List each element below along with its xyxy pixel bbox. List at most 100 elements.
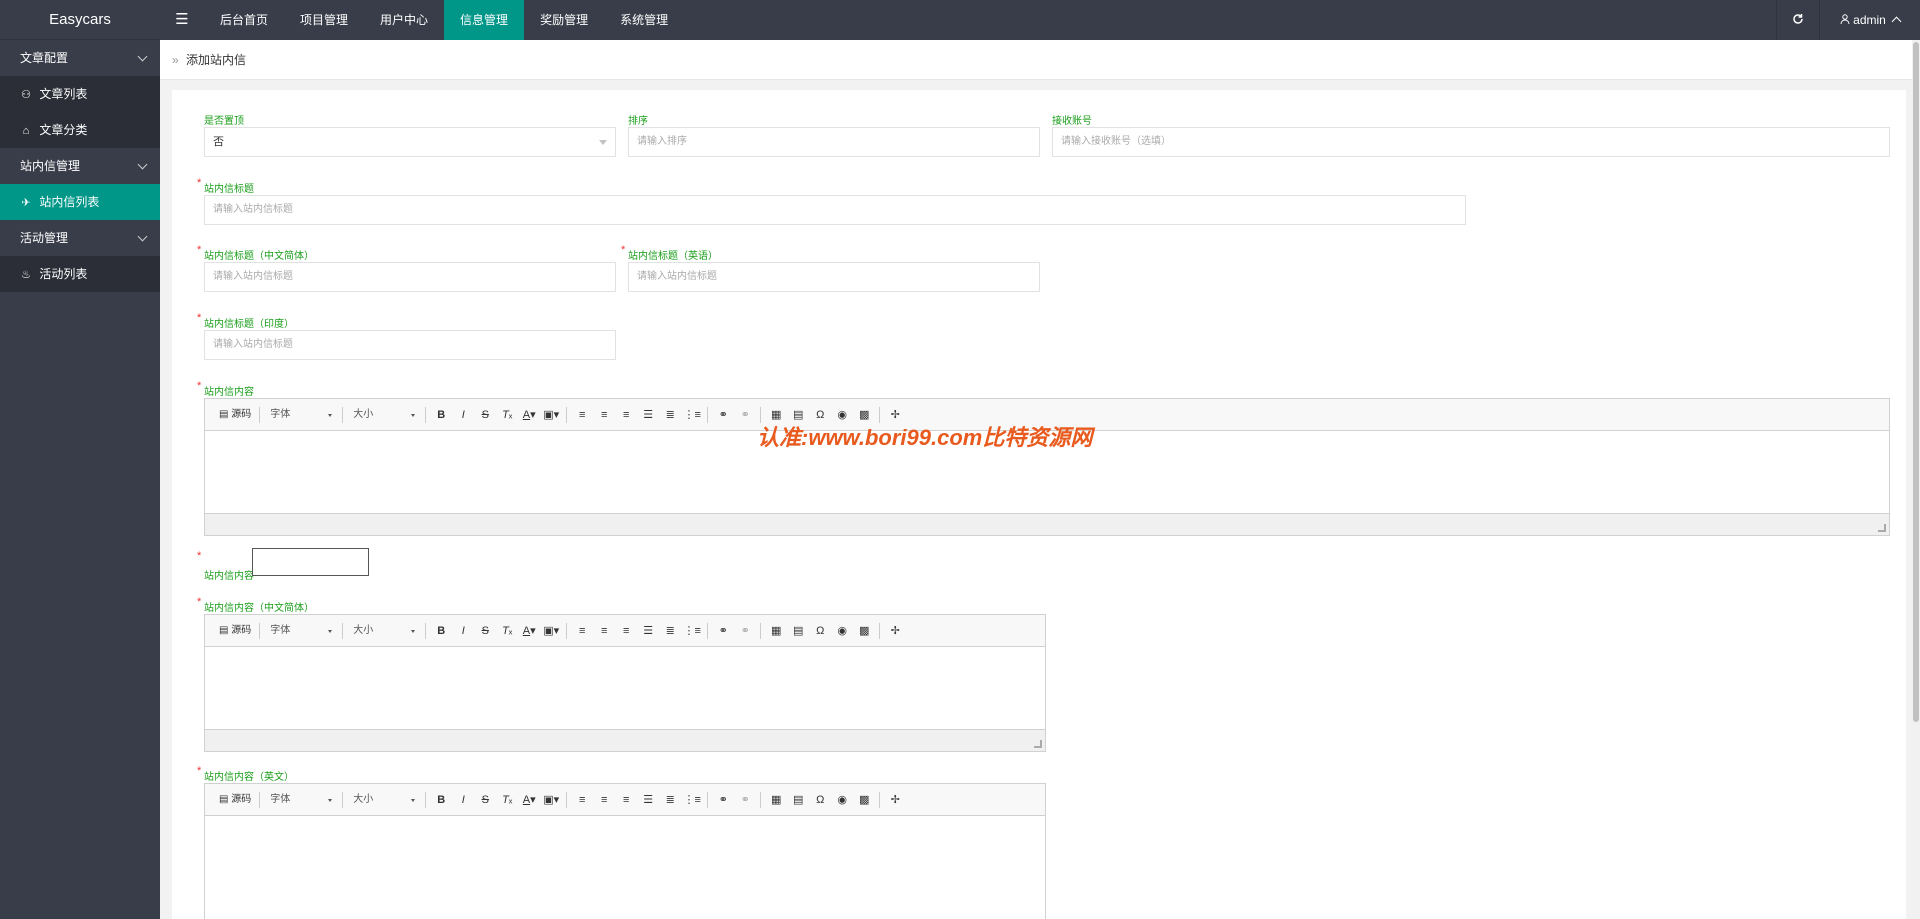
italic-icon[interactable]: I (452, 789, 474, 811)
strike-icon[interactable]: S (474, 620, 496, 642)
image-icon[interactable]: ▤ (787, 620, 809, 642)
bold-icon[interactable]: B (430, 404, 452, 426)
clear-format-icon[interactable]: Tₓ (496, 789, 518, 811)
toolbar-divider (707, 791, 709, 808)
bullet-list-icon[interactable]: ⋮≡ (681, 789, 703, 811)
bg-color-icon[interactable]: ▣▾ (540, 620, 562, 642)
receiver-input[interactable]: 请输入接收账号（选填） (1052, 127, 1890, 157)
blocks-icon[interactable]: ▩ (853, 789, 875, 811)
bg-color-icon[interactable]: ▣▾ (540, 404, 562, 426)
sidebar-item-activity-list[interactable]: ♨ 活动列表 (0, 256, 160, 292)
sidebar-group-label: 站内信管理 (20, 159, 81, 173)
sidebar-group-messages[interactable]: 站内信管理 (0, 148, 160, 184)
ordered-list-icon[interactable]: ≣ (659, 404, 681, 426)
text-color-icon[interactable]: A▾ (518, 789, 540, 811)
source-button[interactable]: ▤ 源码 (215, 789, 255, 811)
resize-handle-icon[interactable] (1034, 740, 1042, 748)
align-left-icon[interactable]: ≡ (571, 404, 593, 426)
title-en-input[interactable]: 请输入站内信标题 (628, 262, 1040, 292)
image-icon[interactable]: ▤ (787, 789, 809, 811)
is-top-select[interactable]: 否 (204, 127, 616, 157)
align-center-icon[interactable]: ≡ (593, 789, 615, 811)
align-right-icon[interactable]: ≡ (615, 404, 637, 426)
nav-system[interactable]: 系统管理 (604, 0, 684, 40)
emoji-icon[interactable]: ◉ (831, 789, 853, 811)
sort-input[interactable]: 请输入排序 (628, 127, 1040, 157)
source-button[interactable]: ▤ 源码 (215, 404, 255, 426)
title-zh-input[interactable]: 请输入站内信标题 (204, 262, 616, 292)
nav-home[interactable]: 后台首页 (204, 0, 284, 40)
title-input[interactable]: 请输入站内信标题 (204, 195, 1466, 225)
size-select[interactable]: 大小 (347, 404, 421, 426)
unlink-icon[interactable]: ⚭ (734, 620, 756, 642)
align-justify-icon[interactable]: ☰ (637, 404, 659, 426)
bold-icon[interactable]: B (430, 789, 452, 811)
toolbar-divider (259, 791, 261, 808)
table-icon[interactable]: ▦ (765, 620, 787, 642)
app-logo[interactable]: Easycars (0, 0, 160, 40)
size-select[interactable]: 大小 (347, 789, 421, 811)
nav-users[interactable]: 用户中心 (364, 0, 444, 40)
link-icon[interactable]: ⚭ (712, 789, 734, 811)
align-left-icon[interactable]: ≡ (571, 789, 593, 811)
fullscreen-icon[interactable]: ✢ (884, 620, 906, 642)
text-color-icon[interactable]: A▾ (518, 620, 540, 642)
sidebar-item-article-category[interactable]: ⌂ 文章分类 (0, 112, 160, 148)
font-select[interactable]: 字体 (264, 404, 338, 426)
align-center-icon[interactable]: ≡ (593, 404, 615, 426)
title-in-input[interactable]: 请输入站内信标题 (204, 330, 616, 360)
bullet-list-icon[interactable]: ⋮≡ (681, 404, 703, 426)
bg-color-icon[interactable]: ▣▾ (540, 789, 562, 811)
bullet-list-icon[interactable]: ⋮≡ (681, 620, 703, 642)
sidebar-item-message-list[interactable]: ✈ 站内信列表 (0, 184, 160, 220)
nav-rewards[interactable]: 奖励管理 (524, 0, 604, 40)
font-select[interactable]: 字体 (264, 620, 338, 642)
align-right-icon[interactable]: ≡ (615, 789, 637, 811)
clear-format-icon[interactable]: Tₓ (496, 404, 518, 426)
align-right-icon[interactable]: ≡ (615, 620, 637, 642)
menu-toggle-icon[interactable]: ☰ (160, 0, 204, 40)
blocks-icon[interactable]: ▩ (853, 620, 875, 642)
size-select[interactable]: 大小 (347, 620, 421, 642)
ordered-list-icon[interactable]: ≣ (659, 620, 681, 642)
unlink-icon[interactable]: ⚭ (734, 789, 756, 811)
source-button[interactable]: ▤ 源码 (215, 620, 255, 642)
align-justify-icon[interactable]: ☰ (637, 789, 659, 811)
bold-icon[interactable]: B (430, 620, 452, 642)
refresh-icon[interactable] (1776, 0, 1820, 40)
align-center-icon[interactable]: ≡ (593, 620, 615, 642)
toolbar-divider (259, 622, 261, 639)
nav-projects[interactable]: 项目管理 (284, 0, 364, 40)
unlink-icon[interactable]: ⚭ (734, 404, 756, 426)
sidebar-item-article-list[interactable]: ⚇ 文章列表 (0, 76, 160, 112)
sidebar-group-activities[interactable]: 活动管理 (0, 220, 160, 256)
content-raw-textarea[interactable] (252, 548, 369, 576)
italic-icon[interactable]: I (452, 404, 474, 426)
resize-handle-icon[interactable] (1878, 524, 1886, 532)
text-color-icon[interactable]: A▾ (518, 404, 540, 426)
sidebar-group-articles[interactable]: 文章配置 (0, 40, 160, 76)
font-select[interactable]: 字体 (264, 789, 338, 811)
link-icon[interactable]: ⚭ (712, 404, 734, 426)
sidebar-item-label: 文章分类 (39, 123, 88, 137)
ordered-list-icon[interactable]: ≣ (659, 789, 681, 811)
editor-body[interactable] (205, 647, 1045, 729)
nav-messages[interactable]: 信息管理 (444, 0, 525, 40)
align-justify-icon[interactable]: ☰ (637, 620, 659, 642)
strike-icon[interactable]: S (474, 789, 496, 811)
align-left-icon[interactable]: ≡ (571, 620, 593, 642)
link-icon[interactable]: ⚭ (712, 620, 734, 642)
emoji-icon[interactable]: ◉ (831, 620, 853, 642)
user-menu[interactable]: admin (1820, 0, 1920, 40)
fullscreen-icon[interactable]: ✢ (884, 789, 906, 811)
special-char-icon[interactable]: Ω (809, 620, 831, 642)
table-icon[interactable]: ▦ (765, 789, 787, 811)
scrollbar-thumb[interactable] (1913, 42, 1919, 722)
strike-icon[interactable]: S (474, 404, 496, 426)
special-char-icon[interactable]: Ω (809, 789, 831, 811)
editor-body[interactable] (205, 816, 1045, 898)
clear-format-icon[interactable]: Tₓ (496, 620, 518, 642)
page-scrollbar[interactable] (1912, 40, 1920, 919)
italic-icon[interactable]: I (452, 620, 474, 642)
tag-icon: ⌂ (22, 125, 30, 137)
